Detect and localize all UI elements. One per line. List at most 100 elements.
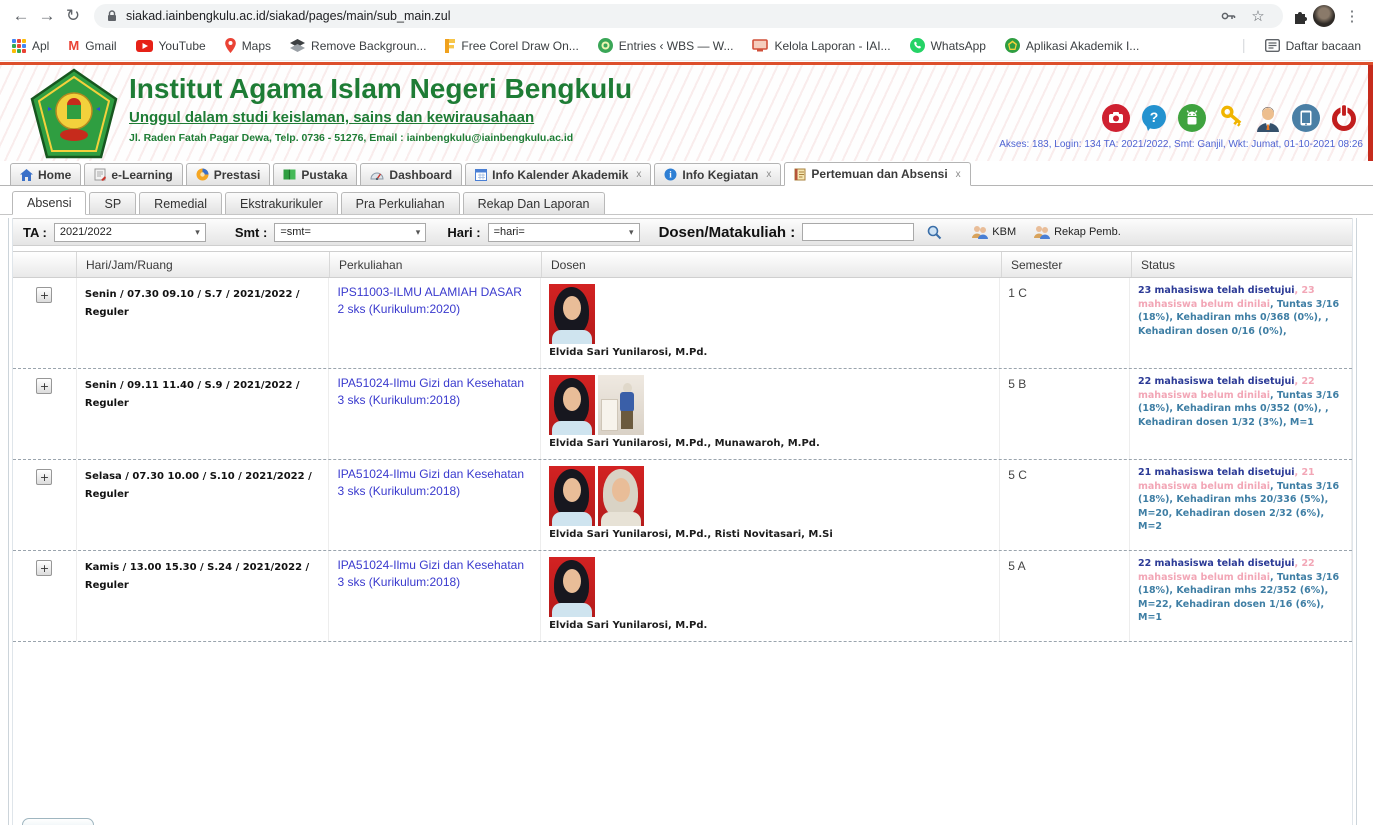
tab-info-kegiatan[interactable]: i Info Kegiatan x [654,163,781,185]
close-icon[interactable]: x [766,169,771,180]
kbm-button[interactable]: KBM [971,225,1016,239]
people-icon [1033,225,1050,239]
lecturer-names: Elvida Sari Yunilarosi, M.Pd., Risti Nov… [549,529,991,540]
key-icon[interactable] [1215,103,1245,133]
bookmark-corel[interactable]: Free Corel Draw On... [445,39,578,53]
tab-info-kalender[interactable]: Info Kalender Akademik x [465,163,651,185]
url-bar[interactable]: siakad.iainbengkulu.ac.id/siakad/pages/m… [94,4,1283,28]
lecturer-photo [549,557,595,617]
bookmark-entries[interactable]: Entries ‹ WBS — W... [598,38,734,53]
reload-icon[interactable]: ↻ [60,2,86,30]
people-icon [971,225,988,239]
semester-value: 5 A [1008,559,1025,573]
logout-icon[interactable] [1329,103,1359,133]
attendance-table: Hari/Jam/Ruang Perkuliahan Dosen Semeste… [13,251,1352,642]
menu-icon[interactable]: ⋮ [1339,7,1365,25]
bookmark-akademik[interactable]: Aplikasi Akademik I... [1005,38,1139,53]
bookmark-kelola[interactable]: Kelola Laporan - IAI... [752,39,890,53]
help-icon[interactable]: ? [1139,103,1169,133]
back-icon[interactable]: ← [8,2,34,30]
schedule-text: Senin / 07.30 09.10 / S.7 / 2021/2022 / … [85,289,300,318]
profile-avatar[interactable] [1313,5,1335,27]
password-key-icon[interactable] [1221,10,1237,22]
tab-prestasi[interactable]: Prestasi [186,163,271,185]
sub-tab-bar: Absensi SP Remedial Ekstrakurikuler Pra … [0,191,1373,215]
rekap-pemb-button[interactable]: Rekap Pemb. [1033,225,1121,239]
lecturer-photo [598,375,644,435]
bookmark-remove-bg[interactable]: Remove Backgroun... [290,39,426,53]
main-tab-bar: Home e-Learning Prestasi Pustaka Dashboa… [0,162,1373,186]
course-link[interactable]: IPA51024-Ilmu Gizi dan Kesehatan 3 sks (… [337,375,527,409]
expand-row-button[interactable]: + [36,469,52,485]
tab-dashboard[interactable]: Dashboard [360,163,462,185]
bookmark-apl[interactable]: Apl [12,39,49,53]
lecturer-names: Elvida Sari Yunilarosi, M.Pd. [549,620,991,631]
smt-select[interactable]: =smt= ▾ [274,223,426,242]
book-icon [283,168,296,181]
bookmark-gmail[interactable]: M Gmail [68,38,116,53]
course-link[interactable]: IPA51024-Ilmu Gizi dan Kesehatan 3 sks (… [337,557,527,591]
subtab-ekstrakurikuler[interactable]: Ekstrakurikuler [225,192,338,214]
table-row: + Kamis / 13.00 15.30 / S.24 / 2021/2022… [13,551,1352,642]
academic-app-icon [1005,38,1020,53]
bookmark-youtube[interactable]: YouTube [136,39,206,53]
subtab-remedial[interactable]: Remedial [139,192,222,214]
dosen-search-input[interactable] [802,223,914,241]
semester-value: 5 C [1008,468,1027,482]
bookmark-whatsapp[interactable]: WhatsApp [910,38,986,53]
bookmark-maps[interactable]: Maps [225,38,271,53]
ta-select[interactable]: 2021/2022 ▾ [54,223,206,242]
status-text: 22 mahasiswa telah disetujui, 22 mahasis… [1138,557,1343,625]
institution-title: Institut Agama Islam Negeri Bengkulu [129,73,632,105]
table-row: + Senin / 07.30 09.10 / S.7 / 2021/2022 … [13,278,1352,369]
institution-address: Jl. Raden Fatah Pagar Dewa, Telp. 0736 -… [129,132,632,144]
tab-pertemuan-absensi[interactable]: Pertemuan dan Absensi x [784,162,970,186]
android-icon[interactable] [1177,103,1207,133]
lecturer-names: Elvida Sari Yunilarosi, M.Pd., Munawaroh… [549,438,991,449]
chevron-down-icon: ▾ [195,227,200,238]
content-panel: TA : 2021/2022 ▾ Smt : =smt= ▾ Hari : =h… [8,218,1357,825]
course-link[interactable]: IPA51024-Ilmu Gizi dan Kesehatan 3 sks (… [337,466,527,500]
expand-row-button[interactable]: + [36,378,52,394]
lecturer-photo [549,284,595,344]
tablet-icon[interactable] [1291,103,1321,133]
tab-home[interactable]: Home [10,163,81,185]
close-icon[interactable]: x [636,169,641,180]
tab-elearning[interactable]: e-Learning [84,163,182,185]
expand-row-button[interactable]: + [36,287,52,303]
camera-icon[interactable] [1101,103,1131,133]
close-icon[interactable]: x [956,169,961,180]
notebook-icon [94,168,106,181]
reading-list-button[interactable]: Daftar bacaan [1265,39,1361,53]
tab-pustaka[interactable]: Pustaka [273,163,357,185]
calendar-icon [475,168,487,181]
subtab-absensi[interactable]: Absensi [12,191,86,215]
course-link[interactable]: IPS11003-ILMU ALAMIAH DASAR 2 sks (Kurik… [337,284,527,318]
filter-bar: TA : 2021/2022 ▾ Smt : =smt= ▾ Hari : =h… [13,218,1352,246]
column-header-dosen: Dosen [542,252,1002,277]
dosen-label: Dosen/Matakuliah : [659,224,796,241]
ta-label: TA : [23,225,47,240]
subtab-rekap-laporan[interactable]: Rekap Dan Laporan [463,192,605,214]
table-row: + Senin / 09.11 11.40 / S.9 / 2021/2022 … [13,369,1352,460]
hari-select[interactable]: =hari= ▾ [488,223,640,242]
bookmarks-bar: Apl M Gmail YouTube Maps Remove Backgrou… [0,31,1373,61]
user-icon[interactable] [1253,103,1283,133]
bookmark-star-icon[interactable]: ☆ [1245,7,1271,25]
table-row: + Selasa / 07.30 10.00 / S.10 / 2021/202… [13,460,1352,551]
svg-text:?: ? [1150,109,1159,125]
partially-visible-button[interactable] [22,818,94,825]
column-header-perkuliahan: Perkuliahan [330,252,542,277]
browser-toolbar: ← → ↻ siakad.iainbengkulu.ac.id/siakad/p… [0,0,1373,31]
forward-icon[interactable]: → [34,2,60,30]
expand-row-button[interactable]: + [36,560,52,576]
extensions-icon[interactable] [1291,7,1309,25]
subtab-sp[interactable]: SP [89,192,136,214]
search-icon[interactable] [927,225,942,240]
home-icon [20,169,33,181]
gmail-icon: M [68,38,79,53]
report-icon [752,39,768,52]
maps-pin-icon [225,38,236,53]
status-text: 23 mahasiswa telah disetujui, 23 mahasis… [1138,284,1343,338]
subtab-pra-perkuliahan[interactable]: Pra Perkuliahan [341,192,460,214]
